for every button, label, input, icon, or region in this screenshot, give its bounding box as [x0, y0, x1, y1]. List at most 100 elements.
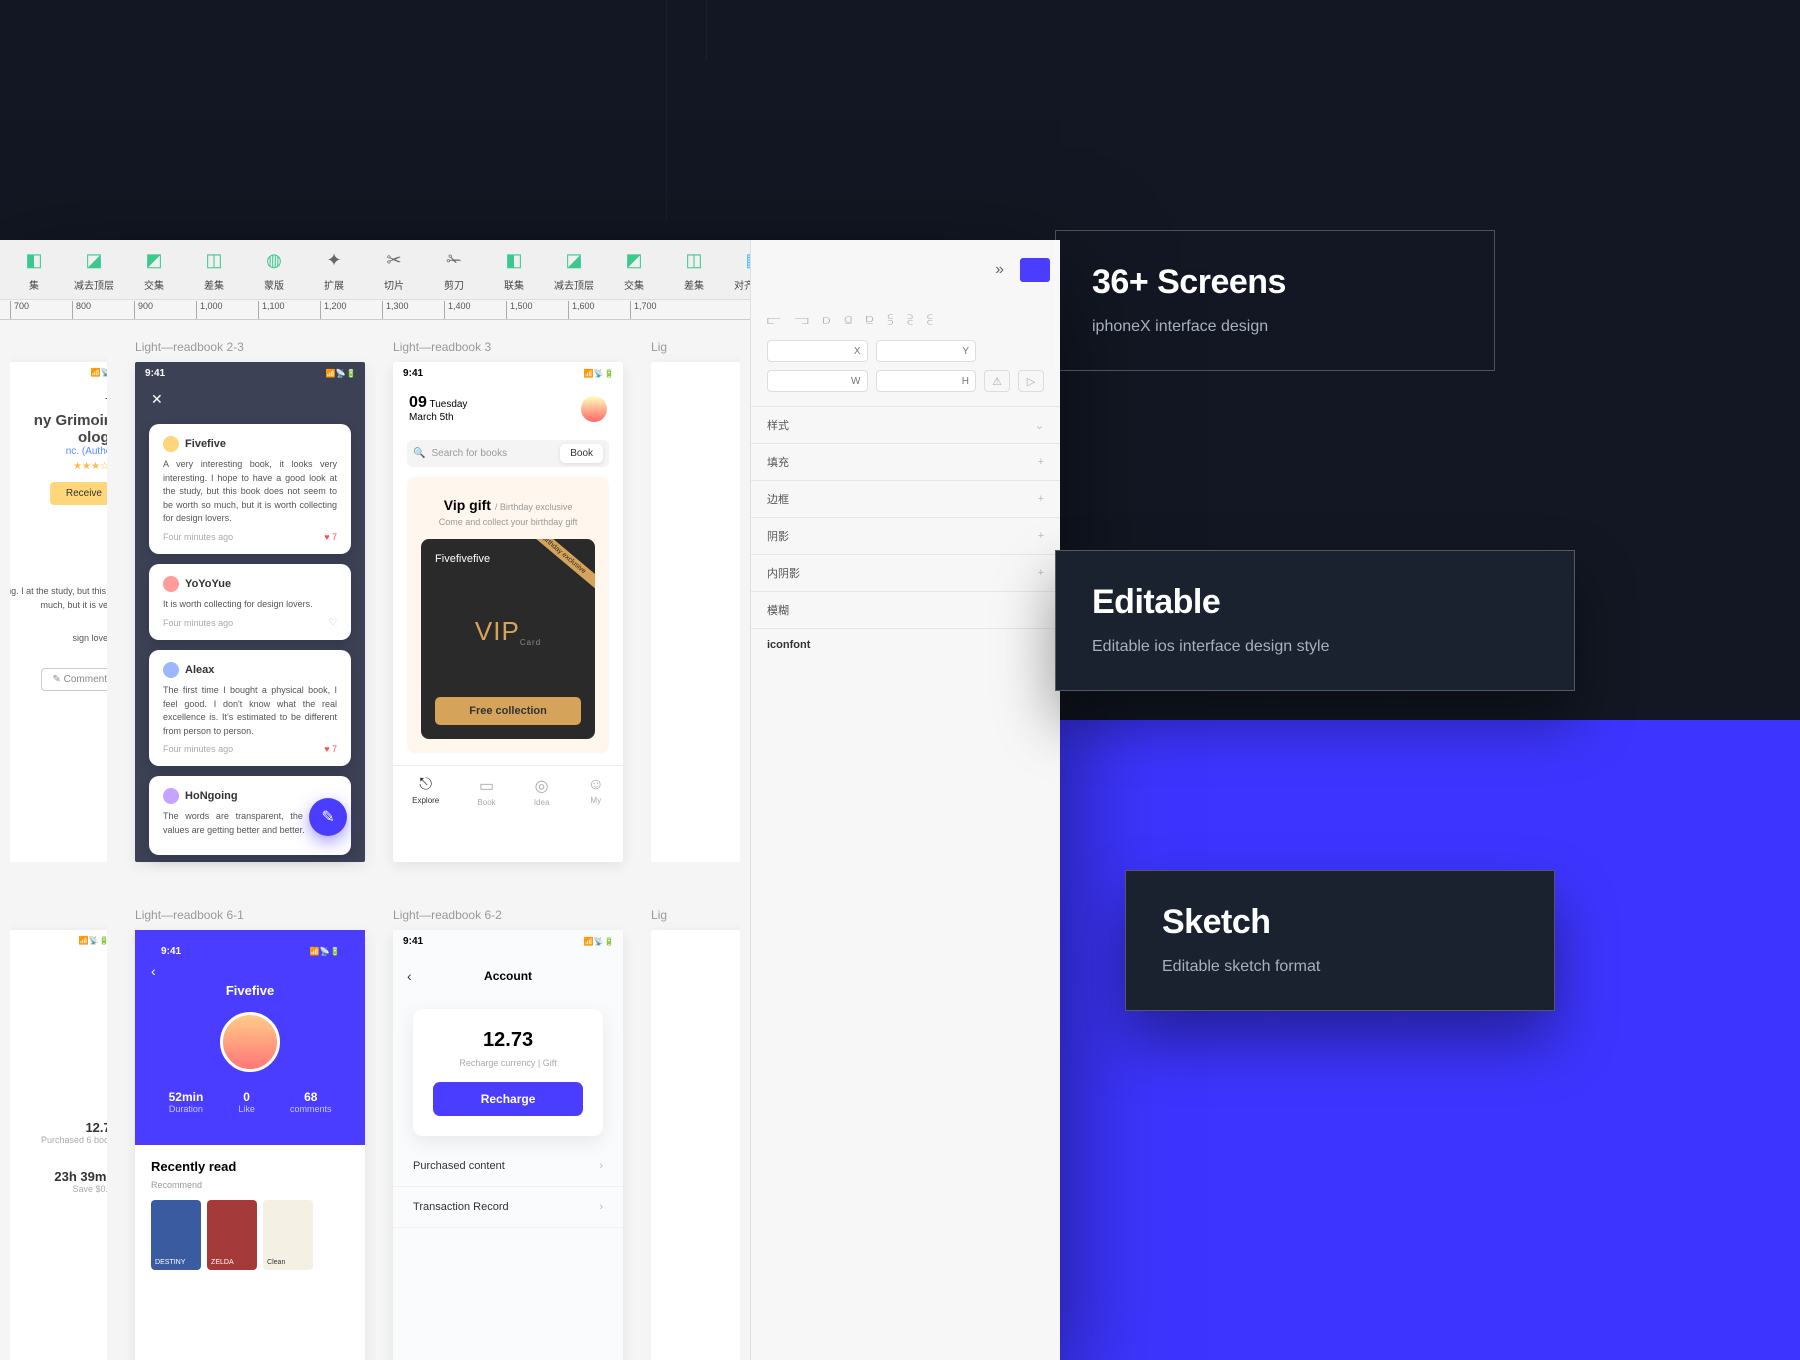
- tool-union2[interactable]: ◧联集: [484, 247, 544, 292]
- tool-union[interactable]: ◧集: [4, 247, 64, 292]
- tool-intersect2[interactable]: ◩交集: [604, 247, 664, 292]
- tab-book[interactable]: ▭Book: [477, 776, 495, 807]
- free-collection-button[interactable]: Free collection: [435, 697, 581, 725]
- section-border[interactable]: 边框+: [751, 480, 1060, 517]
- view-toggle[interactable]: [1020, 258, 1050, 282]
- overflow-icon[interactable]: »: [995, 261, 1012, 279]
- tab-idea[interactable]: ◎Idea: [534, 776, 550, 807]
- mail-icon[interactable]: ✉: [10, 951, 107, 988]
- section-shadow[interactable]: 阴影+: [751, 517, 1060, 554]
- section-fill[interactable]: 填充+: [751, 443, 1060, 480]
- align-right-icon[interactable]: ⫐: [823, 312, 831, 328]
- section-inner-shadow[interactable]: 内阴影+: [751, 554, 1060, 591]
- tool-slice[interactable]: ✂切片: [364, 247, 424, 292]
- avatar[interactable]: [220, 1012, 280, 1072]
- review-text: sign lovers.: [10, 622, 107, 656]
- book-item[interactable]: ZELDA: [207, 1200, 257, 1270]
- flip-v-icon[interactable]: ▷: [1018, 370, 1044, 392]
- status-time: 9:41: [145, 368, 165, 379]
- editor-window: ◧集 ◪减去顶层 ◩交集 ◫差集 ◍蒙版 ✦扩展 ✂切片 ✁剪刀 ◧联集 ◪减去…: [0, 240, 1060, 1360]
- plus-icon[interactable]: +: [1038, 456, 1044, 468]
- feature-title: 36+ Screens: [1092, 263, 1458, 302]
- vip-logo: VIPCard: [475, 616, 541, 647]
- comment-card[interactable]: Fivefive A very interesting book, it loo…: [149, 424, 351, 554]
- artboard-account[interactable]: 9:41📶 📡 🔋 ‹ Account 12.73 Recharge curre…: [393, 930, 623, 1360]
- balance-sub: Recharge currency | Gift: [433, 1058, 583, 1068]
- tool-subtract[interactable]: ◪减去顶层: [64, 247, 124, 292]
- signal-icon: 📶 📡 🔋: [91, 368, 107, 377]
- input-w[interactable]: [767, 370, 868, 392]
- list-item-purchased[interactable]: Purchased content›: [393, 1146, 623, 1187]
- tool-scissors[interactable]: ✁剪刀: [424, 247, 484, 292]
- status-time: 9:41: [403, 936, 423, 947]
- tab-bar: ⎋Explore ▭Book ◎Idea ☺My: [393, 765, 623, 817]
- like-count[interactable]: ♥ 7: [324, 532, 337, 542]
- tool-intersect[interactable]: ◩交集: [124, 247, 184, 292]
- artboard-profile[interactable]: 9:41📶 📡 🔋 ‹ Fivefive 52minDuration 0Like…: [135, 930, 365, 1360]
- align-left-icon[interactable]: ⫍: [767, 312, 781, 328]
- ruler-tick: 900: [134, 301, 196, 319]
- distribute-v-icon[interactable]: ⫕: [927, 312, 933, 328]
- canvas[interactable]: 📶 📡 🔋 ⤴ ny Grimoire ology nc. (Author) ★…: [0, 320, 750, 1360]
- tool-difference2[interactable]: ◫差集: [664, 247, 724, 292]
- feature-card-editable: Editable Editable ios interface design s…: [1055, 550, 1575, 691]
- artboard-partial[interactable]: [651, 362, 740, 862]
- book-item[interactable]: DESTINY: [151, 1200, 201, 1270]
- commenter-name: Fivefive: [185, 438, 226, 450]
- book-button[interactable]: Book: [560, 444, 603, 463]
- avatar[interactable]: [581, 396, 607, 422]
- input-h[interactable]: [876, 370, 977, 392]
- align-center-h-icon[interactable]: ⫎: [795, 312, 809, 328]
- close-icon[interactable]: ✕: [135, 385, 365, 414]
- plus-icon[interactable]: +: [1038, 567, 1044, 579]
- like-icon[interactable]: ♡: [329, 617, 337, 628]
- align-top-icon[interactable]: ⫑: [844, 312, 852, 328]
- artboard-partial[interactable]: [651, 930, 740, 1360]
- profile-stats: 52minDuration 0Like 68comments: [151, 1090, 349, 1115]
- plus-icon[interactable]: +: [1038, 530, 1044, 542]
- tab-explore[interactable]: ⎋Explore: [412, 776, 439, 807]
- plus-icon[interactable]: +: [1038, 493, 1044, 505]
- comment-text: A very interesting book, it looks very i…: [163, 458, 337, 526]
- input-x[interactable]: [767, 340, 868, 362]
- list-item-transactions[interactable]: Transaction Record›: [393, 1187, 623, 1228]
- comment-card[interactable]: YoYoYue It is worth collecting for desig…: [149, 564, 351, 641]
- artboard-vip[interactable]: 9:41📶 📡 🔋 09 TuesdayMarch 5th 🔍 Search f…: [393, 362, 623, 862]
- intersect-icon: ◩: [620, 247, 648, 273]
- vip-card-container: Vip gift / Birthday exclusive Come and c…: [407, 477, 609, 753]
- tab-my[interactable]: ☺My: [588, 776, 604, 807]
- comment-button[interactable]: ✎ Comment: [41, 668, 107, 691]
- section-style[interactable]: 样式⌄: [751, 406, 1060, 443]
- distribute-h-icon[interactable]: ⫔: [907, 312, 913, 328]
- input-y[interactable]: [876, 340, 977, 362]
- vip-card[interactable]: Birthday exclusive Fivefivefive VIPCard …: [421, 539, 595, 739]
- comment-meta: Four minutes ago: [163, 532, 233, 542]
- idea-icon: ◎: [534, 776, 550, 796]
- artboard-comments[interactable]: 9:41📶 📡 🔋 ✕ Fivefive A very interesting …: [135, 362, 365, 862]
- search-placeholder: Search for books: [432, 448, 508, 459]
- tool-expand[interactable]: ✦扩展: [304, 247, 364, 292]
- align-bottom-icon[interactable]: ⫓: [887, 312, 893, 328]
- comment-card[interactable]: Aleax The first time I bought a physical…: [149, 650, 351, 766]
- section-blur[interactable]: 模糊: [751, 591, 1060, 628]
- back-icon[interactable]: ‹: [151, 963, 349, 979]
- align-middle-icon[interactable]: ⫒: [866, 312, 874, 328]
- like-count[interactable]: ♥ 7: [324, 744, 337, 754]
- artboard-stats[interactable]: 📶 📡 🔋 ✉ 12.73Purchased 6 books 23h 39min…: [10, 930, 107, 1360]
- flip-h-icon[interactable]: ⚠: [984, 370, 1010, 392]
- back-icon[interactable]: ‹: [407, 968, 412, 984]
- recharge-button[interactable]: Recharge: [433, 1082, 583, 1116]
- section-recommend: Recommend: [135, 1180, 365, 1190]
- tool-mask[interactable]: ◍蒙版: [244, 247, 304, 292]
- stat-balance: 12.73Purchased 6 books: [10, 1108, 107, 1157]
- difference-icon: ◫: [680, 247, 708, 273]
- section-iconfont[interactable]: iconfont: [751, 628, 1060, 661]
- tool-difference[interactable]: ◫差集: [184, 247, 244, 292]
- share-icon[interactable]: ⤴: [10, 383, 107, 402]
- book-item[interactable]: Clean: [263, 1200, 313, 1270]
- tool-subtract2[interactable]: ◪减去顶层: [544, 247, 604, 292]
- receive-button[interactable]: Receive: [50, 482, 107, 505]
- compose-fab[interactable]: ✎: [309, 798, 347, 836]
- search-input[interactable]: 🔍 Search for books Book: [407, 440, 609, 467]
- artboard-book-detail[interactable]: 📶 📡 🔋 ⤴ ny Grimoire ology nc. (Author) ★…: [10, 362, 107, 862]
